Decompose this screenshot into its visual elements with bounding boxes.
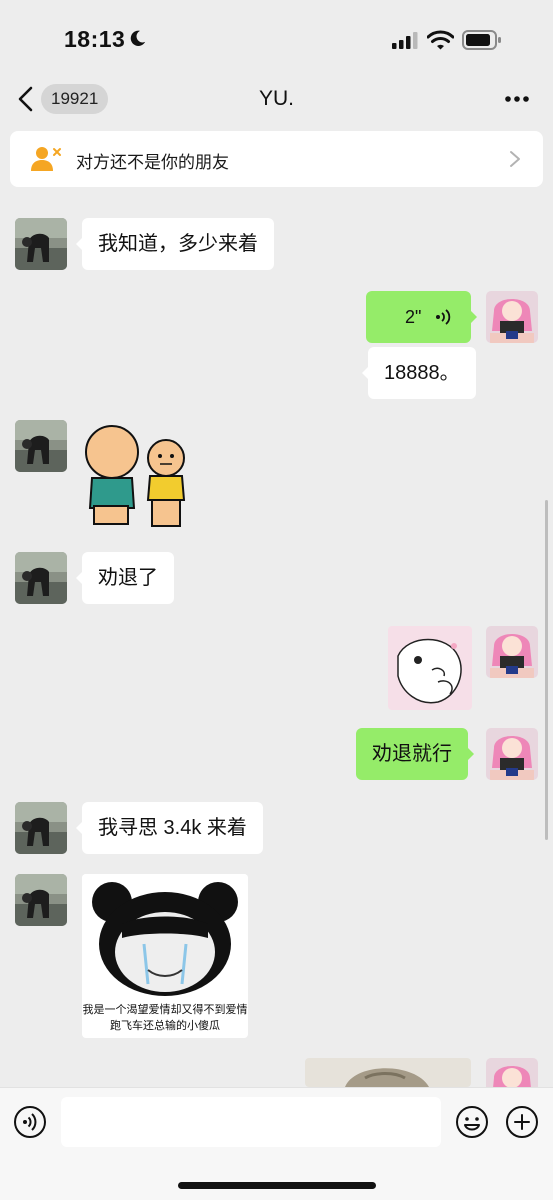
- voice-message-bubble[interactable]: 2": [366, 291, 477, 343]
- sticker-caption-line-1: 我是一个渴望爱情却又得不到爱情: [82, 1004, 248, 1016]
- message-text: 劝退了: [98, 567, 158, 589]
- voice-duration: 2": [405, 307, 422, 327]
- contact-avatar[interactable]: [15, 420, 67, 472]
- cellular-signal-icon: [392, 32, 418, 49]
- home-indicator: [178, 1182, 376, 1189]
- emoji-icon[interactable]: [455, 1105, 489, 1139]
- panda-meme-sticker[interactable]: 我是一个渴望爱情却又得不到爱情 跑飞车还总输的小傻瓜: [82, 874, 248, 1038]
- message-bubble-incoming[interactable]: 我寻思 3.4k 来着: [76, 802, 263, 854]
- contact-avatar[interactable]: [15, 218, 67, 270]
- plus-icon[interactable]: [505, 1105, 539, 1139]
- not-friend-text: 对方还不是你的朋友: [76, 153, 229, 172]
- cat-photo-sticker[interactable]: [305, 1058, 471, 1087]
- chevron-right-icon: [510, 151, 520, 167]
- cartoon-duo-sticker[interactable]: [80, 420, 192, 532]
- message-input[interactable]: [61, 1097, 441, 1147]
- moon-icon: [130, 30, 146, 46]
- my-avatar[interactable]: [486, 626, 538, 678]
- chat-title: YU.: [258, 87, 294, 110]
- contact-avatar[interactable]: [15, 552, 67, 604]
- message-text: 劝退就行: [372, 743, 452, 765]
- user-remove-icon: [31, 147, 61, 171]
- message-text: 我寻思 3.4k 来着: [98, 817, 247, 839]
- battery-icon: [462, 30, 501, 50]
- message-bubble-incoming[interactable]: 劝退了: [76, 552, 174, 604]
- contact-avatar[interactable]: [15, 802, 67, 854]
- message-bubble-incoming[interactable]: 我知道，多少来着: [76, 218, 274, 270]
- my-avatar[interactable]: [486, 728, 538, 780]
- message-text: 我知道，多少来着: [98, 233, 258, 255]
- contact-avatar[interactable]: [15, 874, 67, 926]
- voice-input-icon[interactable]: [13, 1105, 47, 1139]
- voice-wave-icon: [436, 309, 451, 325]
- wifi-icon: [427, 30, 454, 50]
- my-avatar[interactable]: [486, 291, 538, 343]
- chat-scrollbar[interactable]: [545, 500, 548, 840]
- message-text: 18888。: [384, 362, 460, 384]
- not-friend-banner[interactable]: 对方还不是你的朋友: [10, 131, 543, 187]
- sticker-caption-line-2: 跑飞车还总输的小傻瓜: [110, 1020, 220, 1032]
- message-bubble-outgoing[interactable]: 劝退就行: [356, 728, 474, 780]
- status-time: 18:13: [64, 26, 126, 52]
- more-dots-icon[interactable]: [504, 95, 530, 103]
- message-text-bubble[interactable]: 18888。: [362, 347, 476, 399]
- pink-seal-sticker[interactable]: [388, 626, 472, 710]
